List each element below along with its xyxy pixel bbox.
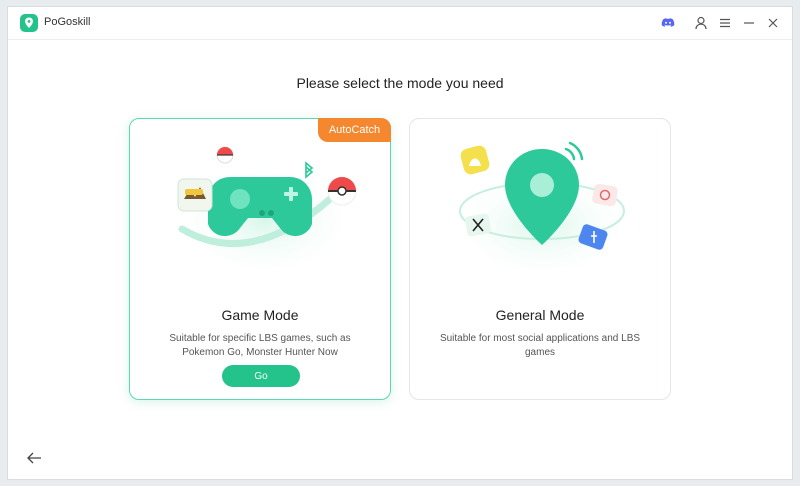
game-mode-title: Game Mode (221, 307, 299, 323)
x-twitter-icon (465, 213, 491, 237)
general-mode-illustration (447, 141, 637, 277)
general-mode-card[interactable]: General Mode Suitable for most social ap… (409, 118, 671, 400)
page-title: Please select the mode you need (296, 75, 504, 91)
minimize-icon[interactable] (741, 15, 757, 31)
snapchat-icon (460, 145, 490, 175)
pokeball-icon (327, 176, 357, 206)
back-arrow-icon[interactable] (26, 451, 42, 465)
instagram-icon (592, 183, 618, 207)
monster-hunter-icon (177, 178, 213, 212)
user-icon[interactable] (693, 15, 709, 31)
go-button[interactable]: Go (222, 365, 300, 387)
general-mode-description: Suitable for most social applications an… (439, 333, 641, 358)
app-title: PoGoskill (44, 16, 91, 28)
close-icon[interactable] (765, 15, 781, 31)
menu-icon[interactable] (717, 15, 733, 31)
pogoskill-logo-icon (20, 14, 38, 32)
pokeball-small-icon (216, 146, 234, 164)
titlebar: PoGoskill (8, 7, 792, 40)
discord-icon[interactable] (660, 15, 676, 31)
game-mode-illustration (170, 146, 360, 274)
game-mode-card[interactable]: AutoCatch Game Mode Suitable for specifi… (129, 118, 391, 400)
app-window: PoGoskill Please select the mode you nee… (7, 6, 793, 480)
general-mode-title: General Mode (495, 307, 585, 323)
game-mode-description: Suitable for specific LBS games, such as… (169, 333, 351, 358)
